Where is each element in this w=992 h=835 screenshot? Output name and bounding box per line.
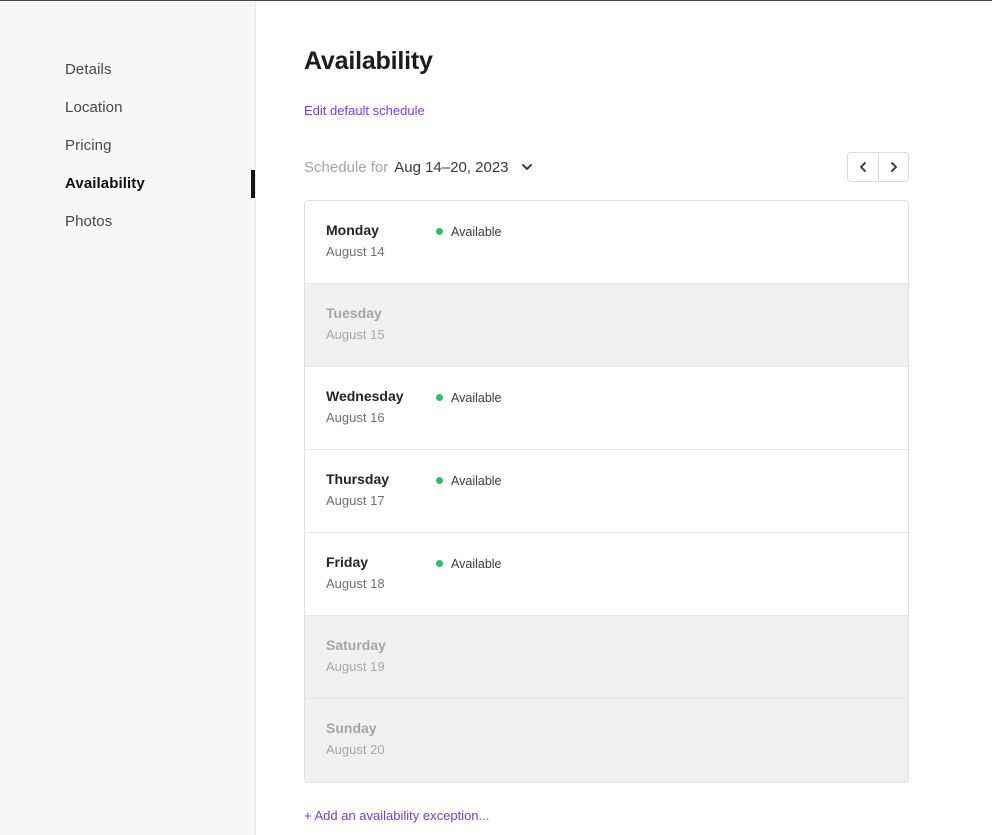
next-week-button[interactable] (878, 153, 908, 181)
day-name: Saturday (326, 638, 436, 653)
day-name: Monday (326, 223, 436, 238)
day-name: Tuesday (326, 306, 436, 321)
schedule-toolbar: Schedule for Aug 14–20, 2023 (304, 152, 909, 182)
chevron-left-icon (857, 161, 869, 173)
active-item-indicator (251, 170, 255, 198)
day-status: Available (436, 224, 502, 239)
day-row[interactable]: Wednesday August 16 Available (305, 367, 908, 450)
chevron-down-icon (520, 160, 534, 174)
day-cell: Tuesday August 15 (326, 306, 436, 366)
day-date: August 18 (326, 576, 436, 591)
day-name: Wednesday (326, 389, 436, 404)
add-availability-exception-link[interactable]: + Add an availability exception... (304, 808, 489, 824)
sidebar: Details Location Pricing Availability Photos (0, 0, 256, 835)
day-date: August 20 (326, 742, 436, 757)
schedule-range-value: Aug 14–20, 2023 (394, 159, 508, 176)
sidebar-item-location[interactable]: Location (65, 99, 255, 117)
schedule-range-dropdown[interactable]: Schedule for Aug 14–20, 2023 (304, 159, 534, 176)
day-status: Available (436, 390, 502, 405)
availability-table: Monday August 14 Available Tuesday Augus… (304, 200, 909, 783)
chevron-right-icon (888, 161, 900, 173)
available-dot-icon (436, 477, 443, 484)
day-row[interactable]: Friday August 18 Available (305, 533, 908, 616)
day-name: Thursday (326, 472, 436, 487)
status-label: Available (451, 391, 502, 405)
sidebar-item-availability[interactable]: Availability (65, 175, 255, 193)
day-row[interactable]: Monday August 14 Available (305, 201, 908, 284)
week-nav-button-group (847, 152, 909, 182)
day-row: Tuesday August 15 (305, 284, 908, 367)
day-status: Available (436, 556, 502, 571)
sidebar-item-details[interactable]: Details (65, 61, 255, 79)
available-dot-icon (436, 228, 443, 235)
previous-week-button[interactable] (848, 153, 878, 181)
day-date: August 14 (326, 244, 436, 259)
day-cell: Sunday August 20 (326, 721, 436, 782)
day-cell: Thursday August 17 (326, 472, 436, 532)
day-name: Friday (326, 555, 436, 570)
sidebar-nav: Details Location Pricing Availability Photos (0, 61, 255, 231)
day-date: August 15 (326, 327, 436, 342)
available-dot-icon (436, 394, 443, 401)
status-label: Available (451, 474, 502, 488)
status-label: Available (451, 225, 502, 239)
schedule-for-label: Schedule for (304, 159, 388, 176)
edit-default-schedule-link[interactable]: Edit default schedule (304, 103, 425, 119)
day-row[interactable]: Thursday August 17 Available (305, 450, 908, 533)
day-date: August 19 (326, 659, 436, 674)
page-title: Availability (304, 47, 957, 75)
availability-panel: Availability Edit default schedule Sched… (256, 0, 992, 835)
status-label: Available (451, 557, 502, 571)
day-row: Saturday August 19 (305, 616, 908, 699)
day-cell: Monday August 14 (326, 223, 436, 283)
day-status: Available (436, 473, 502, 488)
day-cell: Friday August 18 (326, 555, 436, 615)
day-row: Sunday August 20 (305, 699, 908, 782)
sidebar-item-photos[interactable]: Photos (65, 213, 255, 231)
day-date: August 17 (326, 493, 436, 508)
sidebar-item-pricing[interactable]: Pricing (65, 137, 255, 155)
day-cell: Wednesday August 16 (326, 389, 436, 449)
day-date: August 16 (326, 410, 436, 425)
day-name: Sunday (326, 721, 436, 736)
available-dot-icon (436, 560, 443, 567)
day-cell: Saturday August 19 (326, 638, 436, 698)
